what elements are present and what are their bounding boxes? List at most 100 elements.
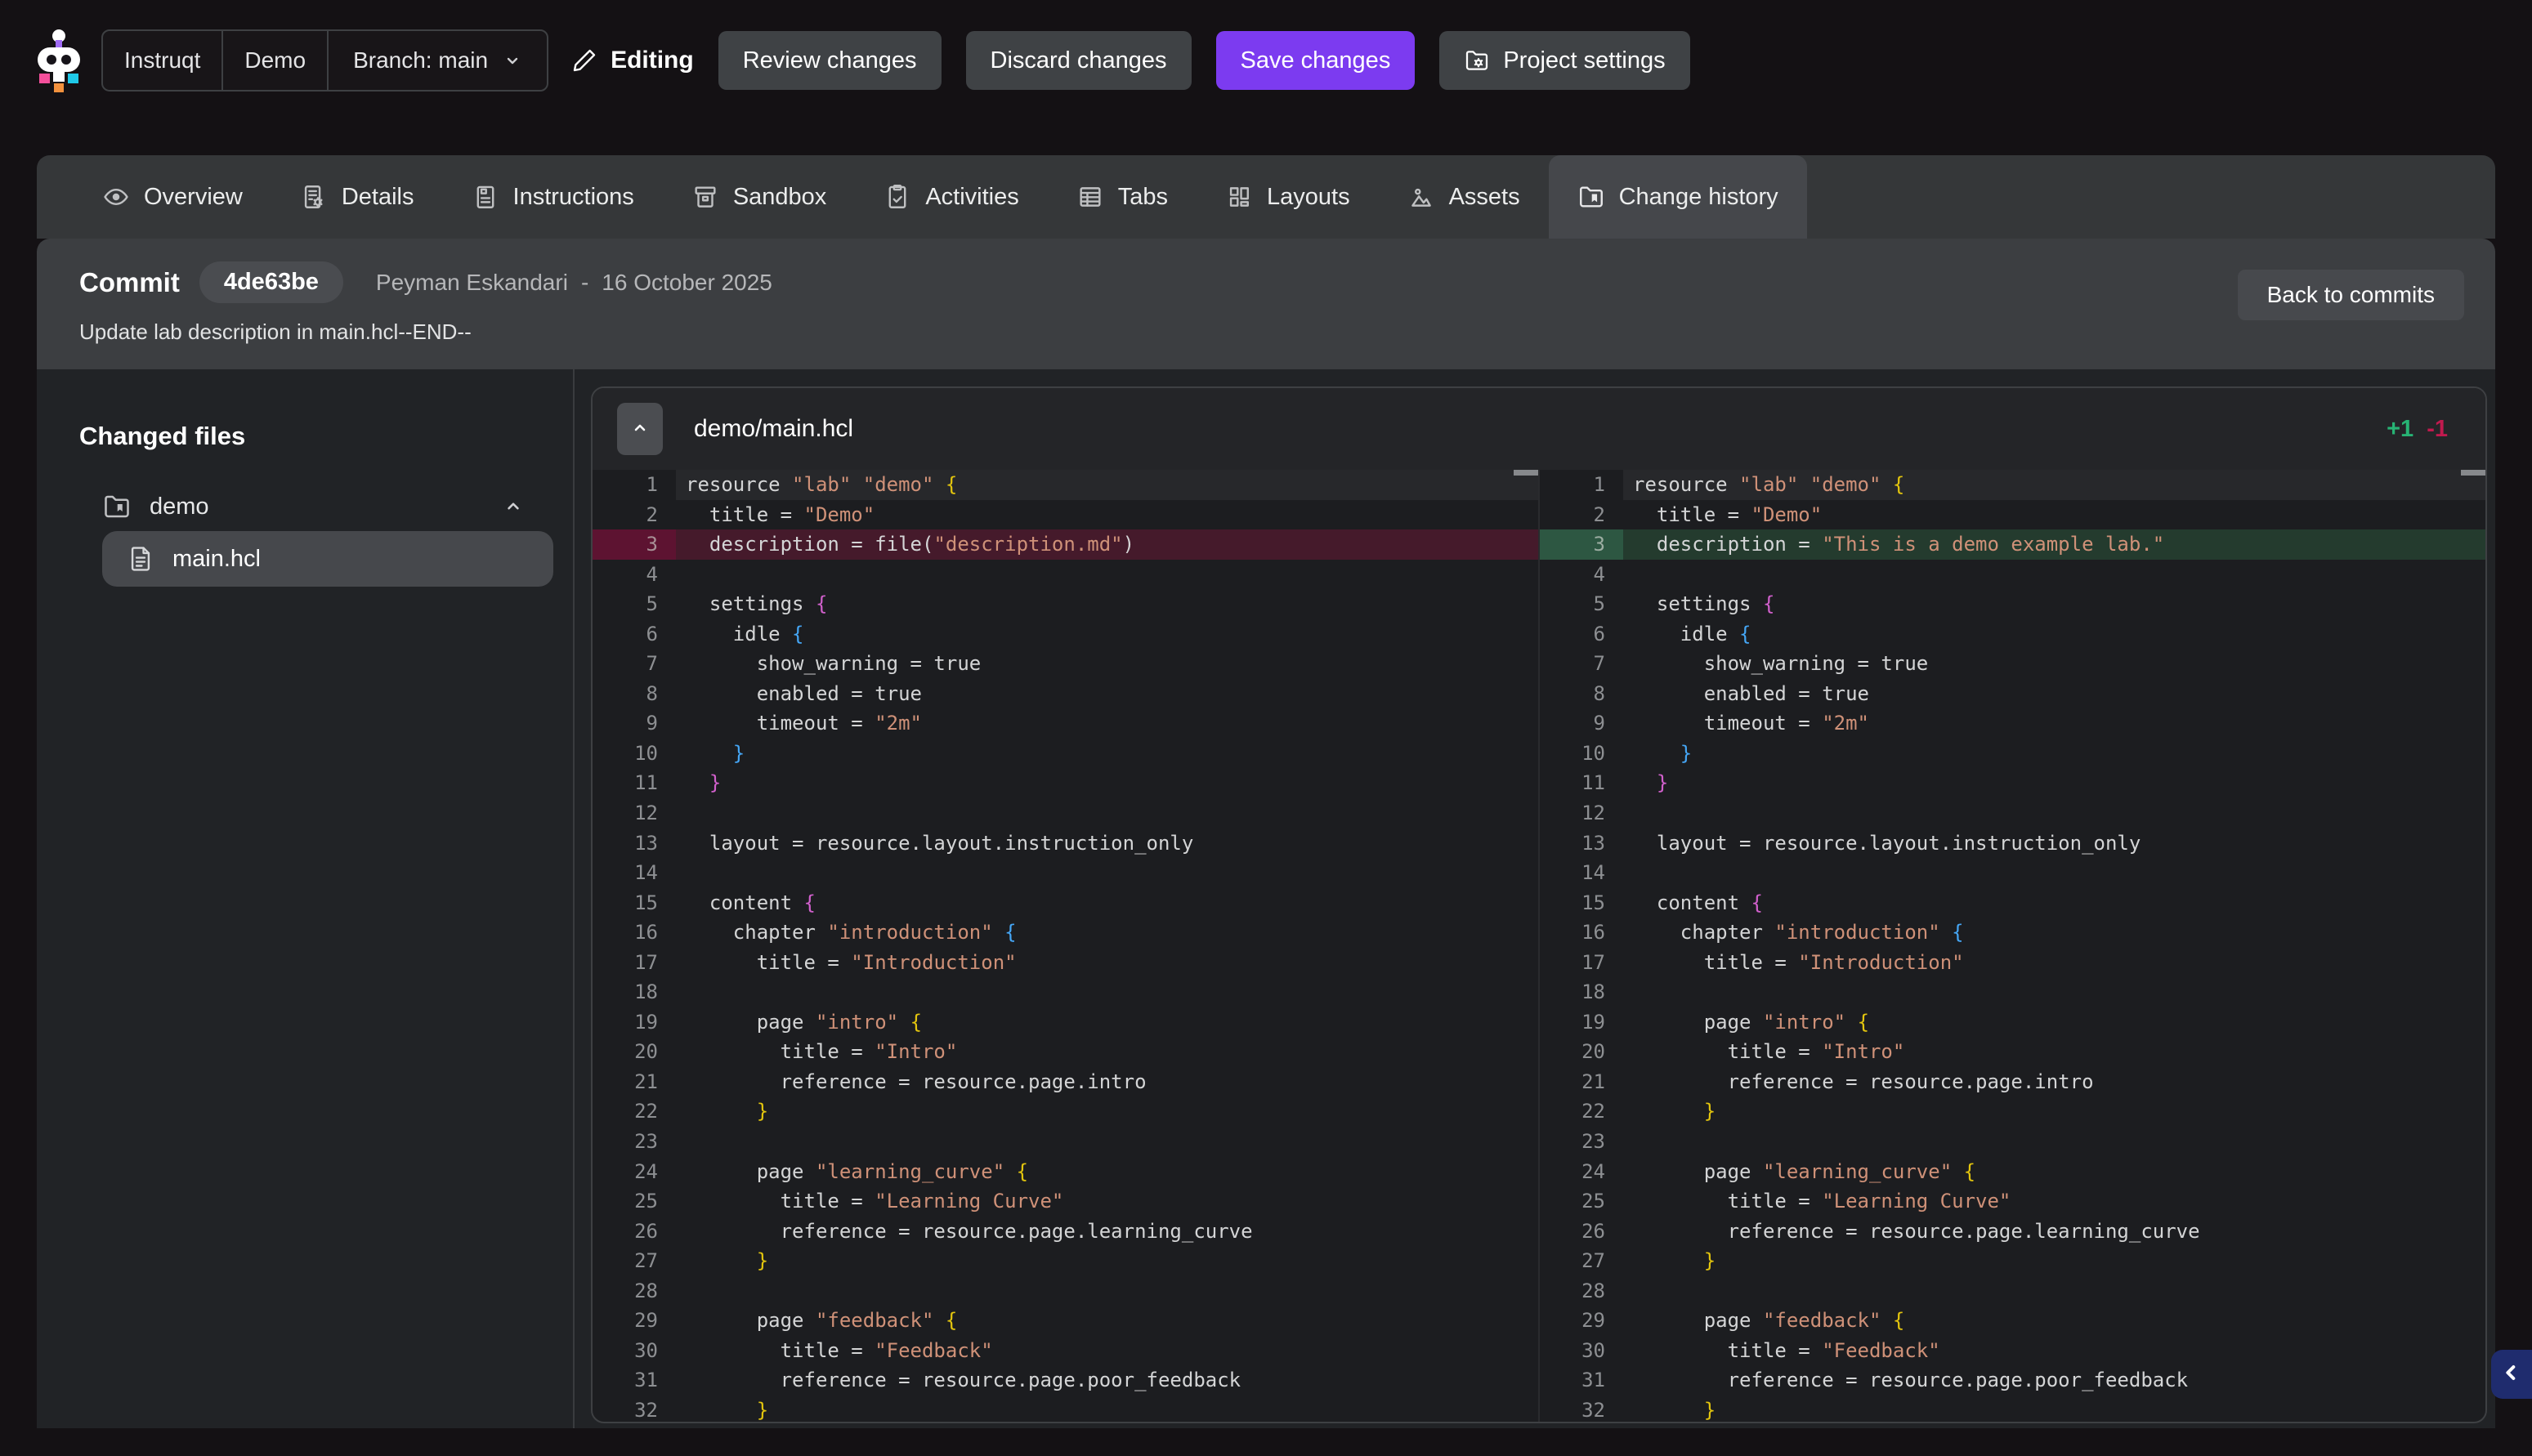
- breadcrumb-workspace[interactable]: Instruqt: [103, 31, 221, 90]
- line-content: idle {: [1623, 619, 2485, 650]
- code-line-25: 25 title = "Learning Curve": [1540, 1186, 2485, 1217]
- code-line-4: 4: [1540, 560, 2485, 590]
- file-item-main-hcl[interactable]: main.hcl: [102, 531, 553, 587]
- folder-bookmark-icon: [1577, 183, 1605, 211]
- tab-label: Activities: [925, 184, 1018, 211]
- line-content: }: [1623, 1096, 2485, 1127]
- line-number: 3: [593, 529, 676, 560]
- line-content: chapter "introduction" {: [1623, 918, 2485, 948]
- tab-sandbox[interactable]: Sandbox: [663, 155, 856, 239]
- code-line-19: 19 page "intro" {: [593, 1007, 1538, 1038]
- discard-changes-button[interactable]: Discard changes: [966, 31, 1192, 90]
- line-content: reference = resource.page.learning_curve: [676, 1217, 1538, 1247]
- code-line-5: 5 settings {: [593, 589, 1538, 619]
- line-number: 30: [1540, 1336, 1623, 1366]
- tab-instructions[interactable]: Instructions: [443, 155, 663, 239]
- collapse-diff-button[interactable]: [617, 403, 663, 455]
- tab-details[interactable]: Details: [271, 155, 443, 239]
- review-changes-button[interactable]: Review changes: [718, 31, 942, 90]
- tab-tabs[interactable]: Tabs: [1048, 155, 1197, 239]
- code-line-23: 23: [593, 1127, 1538, 1157]
- line-number: 30: [593, 1336, 676, 1366]
- chevron-left-icon: [2500, 1361, 2523, 1388]
- code-line-10: 10 }: [593, 739, 1538, 769]
- line-number: 3: [1540, 529, 1623, 560]
- line-content: resource "lab" "demo" {: [676, 470, 1538, 500]
- line-content: [676, 560, 1538, 590]
- chevron-down-icon: [503, 51, 522, 70]
- line-number: 13: [1540, 828, 1623, 859]
- save-changes-button[interactable]: Save changes: [1216, 31, 1416, 90]
- line-number: 16: [1540, 918, 1623, 948]
- tab-overview[interactable]: Overview: [74, 155, 271, 239]
- line-number: 17: [593, 948, 676, 978]
- diff-pane-original[interactable]: 1resource "lab" "demo" {2 title = "Demo"…: [593, 470, 1538, 1422]
- commit-date: 16 October 2025: [602, 270, 772, 296]
- code-line-8: 8 enabled = true: [593, 679, 1538, 709]
- commit-meta: Peyman Eskandari - 16 October 2025: [376, 270, 772, 296]
- clipboard-check-icon: [884, 183, 911, 211]
- line-number: 4: [593, 560, 676, 590]
- tab-assets[interactable]: Assets: [1379, 155, 1549, 239]
- line-content: title = "Feedback": [676, 1336, 1538, 1366]
- line-number: 20: [593, 1037, 676, 1067]
- main-panel: OverviewDetails Instructions Sandbox Activi…: [37, 155, 2495, 1428]
- tab-change-history[interactable]: Change history: [1549, 155, 1807, 239]
- line-content: [676, 1127, 1538, 1157]
- folder-bookmark-icon: [102, 492, 132, 521]
- line-number: 26: [1540, 1217, 1623, 1247]
- code-line-20: 20 title = "Intro": [593, 1037, 1538, 1067]
- line-number: 2: [593, 500, 676, 530]
- line-number: 11: [593, 768, 676, 798]
- line-content: title = "Demo": [676, 500, 1538, 530]
- save-changes-label: Save changes: [1241, 47, 1391, 74]
- line-content: title = "Demo": [1623, 500, 2485, 530]
- folder-row-demo[interactable]: demo: [79, 492, 553, 521]
- line-content: page "learning_curve" {: [1623, 1157, 2485, 1187]
- line-content: [1623, 1276, 2485, 1306]
- line-number: 23: [593, 1127, 676, 1157]
- line-content: reference = resource.page.intro: [1623, 1067, 2485, 1097]
- scrollbar-thumb[interactable]: [1514, 470, 1538, 476]
- code-line-12: 12: [1540, 798, 2485, 828]
- code-line-22: 22 }: [1540, 1096, 2485, 1127]
- line-number: 10: [593, 739, 676, 769]
- discard-changes-label: Discard changes: [991, 47, 1167, 74]
- line-content: reference = resource.page.poor_feedback: [676, 1365, 1538, 1396]
- line-content: }: [676, 1396, 1538, 1422]
- project-settings-button[interactable]: Project settings: [1439, 31, 1689, 90]
- back-to-commits-button[interactable]: Back to commits: [2238, 270, 2464, 320]
- line-content: timeout = "2m": [1623, 708, 2485, 739]
- line-content: enabled = true: [676, 679, 1538, 709]
- code-line-11: 11 }: [593, 768, 1538, 798]
- line-number: 25: [1540, 1186, 1623, 1217]
- line-content: [676, 977, 1538, 1007]
- chevron-up-icon[interactable]: [503, 496, 524, 517]
- changed-files-sidebar: Changed files demo: [37, 369, 573, 1428]
- diff-pane-modified[interactable]: 1resource "lab" "demo" {2 title = "Demo"…: [1538, 470, 2485, 1422]
- line-content: title = "Introduction": [1623, 948, 2485, 978]
- tab-activities[interactable]: Activities: [855, 155, 1047, 239]
- tab-layouts[interactable]: Layouts: [1197, 155, 1379, 239]
- code-line-17: 17 title = "Introduction": [1540, 948, 2485, 978]
- line-content: layout = resource.layout.instruction_onl…: [1623, 828, 2485, 859]
- code-line-25: 25 title = "Learning Curve": [593, 1186, 1538, 1217]
- code-line-31: 31 reference = resource.page.poor_feedba…: [593, 1365, 1538, 1396]
- code-line-26: 26 reference = resource.page.learning_cu…: [593, 1217, 1538, 1247]
- scrollbar-thumb[interactable]: [2461, 470, 2485, 476]
- breadcrumb-project[interactable]: Demo: [221, 31, 327, 90]
- line-number: 31: [1540, 1365, 1623, 1396]
- line-content: page "feedback" {: [1623, 1306, 2485, 1336]
- commit-message: Update lab description in main.hcl--END-…: [79, 319, 2464, 345]
- box-icon: [691, 183, 719, 211]
- side-drawer-toggle[interactable]: [2491, 1350, 2532, 1399]
- commit-author: Peyman Eskandari: [376, 270, 568, 296]
- line-content: [676, 798, 1538, 828]
- line-number: 12: [593, 798, 676, 828]
- branch-selector[interactable]: Branch: main: [327, 31, 547, 90]
- line-content: reference = resource.page.intro: [676, 1067, 1538, 1097]
- line-content: [676, 1276, 1538, 1306]
- line-content: }: [676, 768, 1538, 798]
- tab-label: Instructions: [513, 184, 634, 211]
- line-content: }: [1623, 739, 2485, 769]
